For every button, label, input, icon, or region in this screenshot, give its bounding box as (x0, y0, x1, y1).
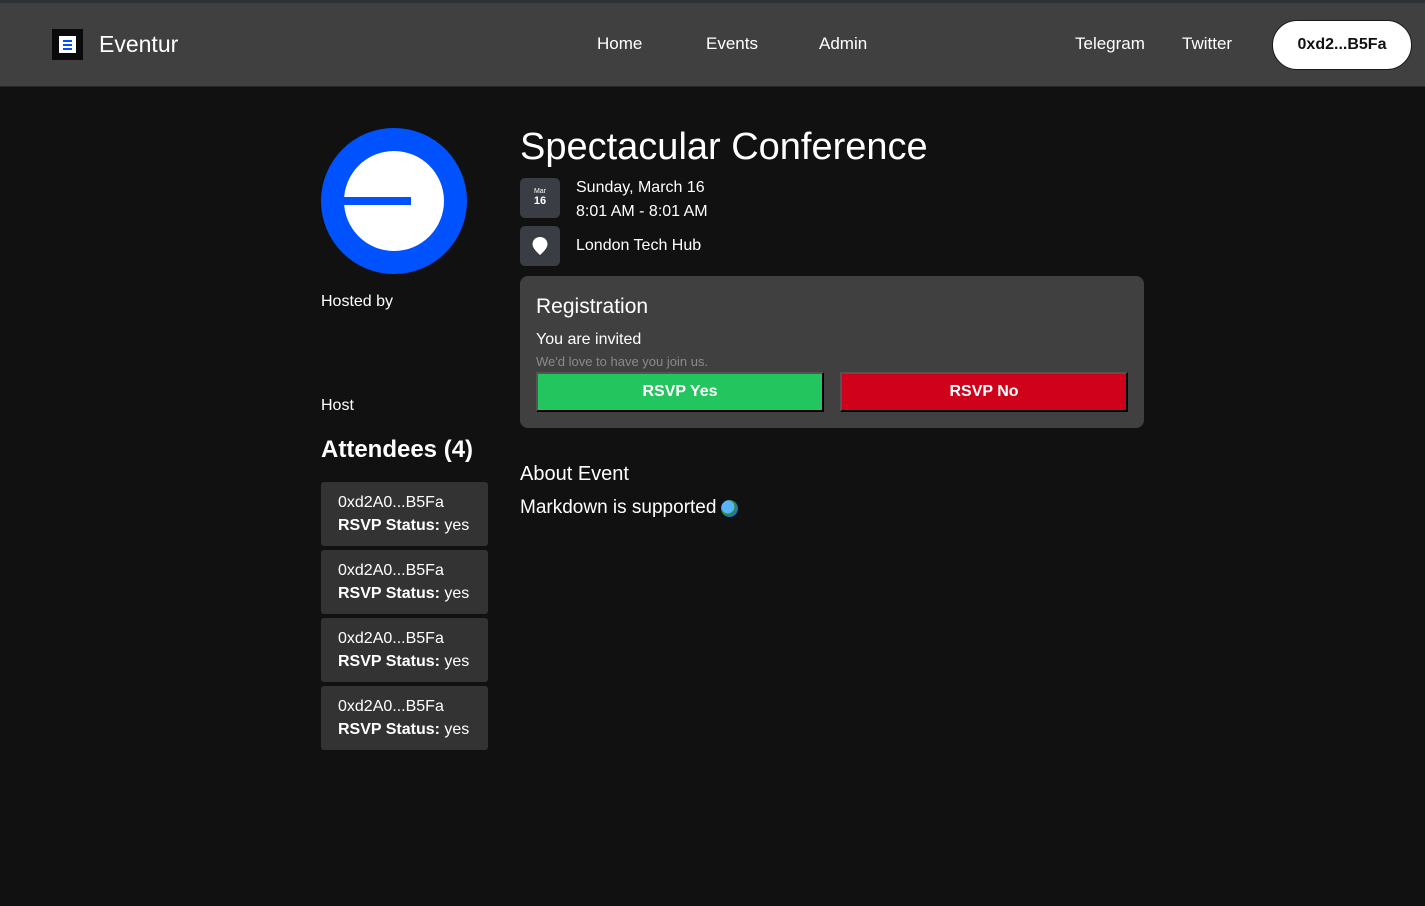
twitter-link[interactable]: Twitter (1182, 34, 1232, 54)
about-event-body: Markdown is supported (520, 497, 739, 519)
registration-card: Registration You are invited We'd love t… (520, 276, 1144, 428)
registration-title: Registration (536, 295, 649, 318)
event-date: Sunday, March 16 (576, 179, 705, 196)
attendee-rsvp-status: RSVP Status: yes (338, 585, 470, 602)
event-time: 8:01 AM - 8:01 AM (576, 203, 708, 220)
attendee-card: 0xd2A0...B5Fa RSVP Status: yes (321, 686, 488, 750)
location-pin-icon (520, 226, 560, 266)
attendee-card: 0xd2A0...B5Fa RSVP Status: yes (321, 550, 488, 614)
attendee-rsvp-status: RSVP Status: yes (338, 517, 470, 534)
attendee-address: 0xd2A0...B5Fa (338, 630, 444, 647)
event-day: 16 (533, 195, 547, 207)
rsvp-no-button[interactable]: RSVP No (840, 372, 1128, 412)
attendee-rsvp-status: RSVP Status: yes (338, 653, 470, 670)
attendee-card: 0xd2A0...B5Fa RSVP Status: yes (321, 618, 488, 682)
rsvp-yes-button[interactable]: RSVP Yes (536, 372, 824, 412)
wallet-button[interactable]: 0xd2...B5Fa (1272, 20, 1412, 70)
registration-subtitle: You are invited (536, 331, 642, 348)
nav-events-link[interactable]: Events (706, 34, 758, 54)
event-location: London Tech Hub (576, 237, 702, 254)
telegram-link[interactable]: Telegram (1075, 34, 1145, 54)
hosted-by-label: Hosted by (321, 293, 394, 310)
attendee-address: 0xd2A0...B5Fa (338, 494, 444, 511)
attendee-rsvp-status: RSVP Status: yes (338, 721, 470, 738)
host-label: Host (321, 397, 354, 414)
calendar-icon: Mar 16 (520, 178, 560, 218)
nav-home-link[interactable]: Home (597, 34, 642, 54)
attendee-card: 0xd2A0...B5Fa RSVP Status: yes (321, 482, 488, 546)
eventur-logo-icon (52, 29, 83, 60)
attendee-address: 0xd2A0...B5Fa (338, 698, 444, 715)
about-event-title: About Event (520, 463, 629, 485)
attendee-address: 0xd2A0...B5Fa (338, 562, 444, 579)
nav-admin-link[interactable]: Admin (819, 34, 867, 54)
globe-emoji-icon (721, 499, 739, 517)
registration-hint: We'd love to have you join us. (536, 354, 709, 369)
navbar: Eventur Home Events Admin Telegram Twitt… (0, 3, 1425, 87)
about-event-text: Markdown is supported (520, 497, 717, 518)
brand-name: Eventur (99, 31, 179, 57)
attendees-title: Attendees (4) (321, 436, 474, 463)
brand[interactable]: Eventur (52, 29, 178, 60)
host-avatar (321, 128, 467, 274)
event-title: Spectacular Conference (520, 126, 928, 168)
